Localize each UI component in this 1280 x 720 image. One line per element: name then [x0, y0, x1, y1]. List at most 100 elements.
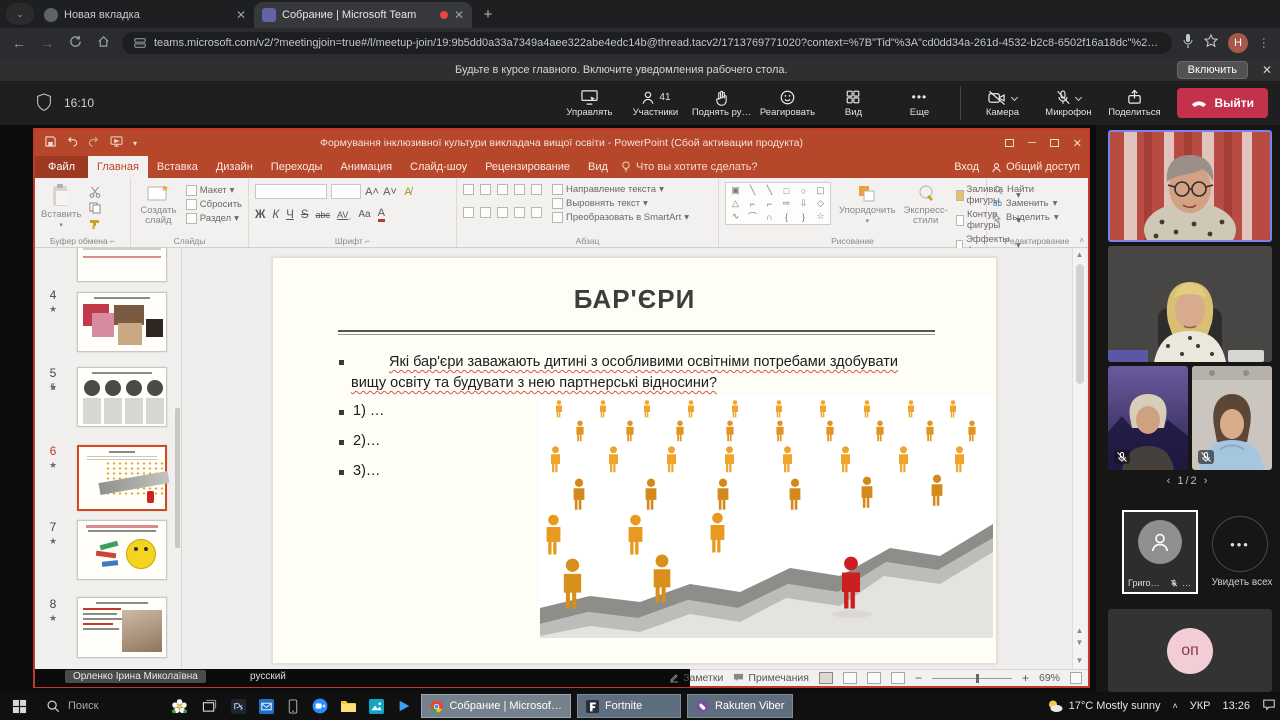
- quick-styles-button[interactable]: Экспресс-стили: [904, 184, 948, 227]
- language-switcher[interactable]: УКР: [1190, 700, 1211, 712]
- thumbnail-slide-7[interactable]: [77, 520, 167, 580]
- profile-avatar[interactable]: H: [1228, 33, 1248, 53]
- video-feed-speaker[interactable]: [1108, 130, 1272, 242]
- align-center-icon[interactable]: [480, 207, 491, 218]
- taskbar-app-meeting[interactable]: Собрание | Microsof…: [421, 694, 570, 718]
- minimize-icon[interactable]: ─: [1028, 137, 1036, 149]
- thumbnail-scrollbar[interactable]: [175, 408, 180, 548]
- action-center-icon[interactable]: [1262, 698, 1276, 714]
- layout-button[interactable]: Макет ▾: [186, 185, 242, 196]
- reload-icon[interactable]: [66, 35, 84, 51]
- thumbnail-slide-6[interactable]: [77, 445, 167, 511]
- back-icon[interactable]: ←: [10, 35, 28, 51]
- mic-button[interactable]: Микрофон: [1037, 84, 1099, 122]
- mail-app-icon[interactable]: [252, 692, 280, 720]
- camera-button[interactable]: Камера: [971, 84, 1033, 122]
- paste-button[interactable]: Вставить ▾: [41, 184, 81, 230]
- taskbar-app-fortnite[interactable]: Fortnite: [577, 694, 681, 718]
- normal-view-button[interactable]: [819, 672, 833, 684]
- notes-toggle[interactable]: Заметки: [669, 672, 723, 684]
- tab-close-icon[interactable]: ✕: [236, 8, 246, 22]
- media-play-icon[interactable]: [390, 692, 418, 720]
- see-all-button[interactable]: •••: [1212, 516, 1268, 572]
- flower-app-icon[interactable]: [164, 692, 194, 720]
- manage-button[interactable]: Управлять: [558, 84, 620, 122]
- font-size-combo[interactable]: [331, 184, 361, 199]
- font-color-button[interactable]: А: [378, 207, 385, 222]
- new-slide-button[interactable]: Создать слайд: [137, 184, 180, 227]
- browser-menu-icon[interactable]: ⋯: [1257, 37, 1271, 49]
- leave-button[interactable]: Выйти: [1177, 88, 1268, 118]
- sign-in-link[interactable]: Вход: [954, 161, 979, 173]
- app-icon-dark[interactable]: [224, 692, 252, 720]
- fit-to-window-button[interactable]: [1070, 672, 1082, 684]
- justify-icon[interactable]: [514, 207, 525, 218]
- zoom-app-icon[interactable]: [306, 692, 334, 720]
- react-button[interactable]: Реагировать: [756, 84, 818, 122]
- increase-indent-icon[interactable]: [514, 184, 525, 195]
- participants-button[interactable]: 41 Участники: [624, 84, 686, 122]
- reset-button[interactable]: Сбросить: [186, 199, 242, 210]
- bold-button[interactable]: Ж: [255, 209, 265, 221]
- bullets-icon[interactable]: [463, 184, 474, 195]
- thumbnail-slide-3[interactable]: [77, 248, 167, 282]
- copy-icon[interactable]: [89, 202, 101, 214]
- slide-scrollbar[interactable]: ▲ ▲ ▼ ▼: [1072, 248, 1086, 669]
- cut-icon[interactable]: [89, 186, 101, 198]
- underline-button[interactable]: Ч: [286, 209, 294, 221]
- thumbnail-slide-5[interactable]: [77, 367, 167, 427]
- smartart-button[interactable]: Преобразовать в SmartArt ▾: [552, 212, 689, 223]
- phone-app-icon[interactable]: [280, 692, 306, 720]
- forward-icon[interactable]: →: [38, 35, 56, 51]
- taskbar-search[interactable]: Поиск: [38, 692, 106, 720]
- enable-notifications-button[interactable]: Включить: [1177, 61, 1248, 79]
- tab-home[interactable]: Главная: [88, 156, 148, 178]
- start-button[interactable]: [0, 692, 38, 720]
- bookmark-star-icon[interactable]: [1204, 34, 1218, 53]
- weather-widget[interactable]: 17°C Mostly sunny: [1047, 699, 1161, 713]
- align-left-icon[interactable]: [463, 207, 474, 218]
- text-direction-button[interactable]: Направление текста ▾: [552, 184, 689, 195]
- browser-tab-newtab[interactable]: Новая вкладка ✕: [36, 2, 254, 28]
- align-right-icon[interactable]: [497, 207, 508, 218]
- slide-sorter-view-button[interactable]: [843, 672, 857, 684]
- find-button[interactable]: Найти: [993, 184, 1081, 195]
- tab-animations[interactable]: Анимация: [331, 156, 401, 178]
- mic-search-icon[interactable]: [1182, 34, 1194, 53]
- decrease-indent-icon[interactable]: [497, 184, 508, 195]
- grow-font-icon[interactable]: A˄: [365, 186, 379, 198]
- tab-close-icon[interactable]: ✕: [454, 8, 464, 22]
- taskbar-app-viber[interactable]: Rakuten Viber: [687, 694, 794, 718]
- save-icon[interactable]: [45, 136, 56, 150]
- tab-file[interactable]: Файл: [35, 156, 88, 178]
- slideshow-view-button[interactable]: [891, 672, 905, 684]
- notification-close-icon[interactable]: ✕: [1262, 63, 1272, 77]
- thumbnail-slide-4[interactable]: [77, 292, 167, 352]
- collapse-ribbon-icon[interactable]: ˄: [1079, 236, 1084, 245]
- thumbnail-slide-8[interactable]: [77, 597, 167, 658]
- zoom-level[interactable]: 69%: [1039, 672, 1060, 684]
- reading-view-button[interactable]: [867, 672, 881, 684]
- tab-slideshow[interactable]: Слайд-шоу: [401, 156, 476, 178]
- strike-button[interactable]: S: [301, 209, 309, 221]
- home-icon[interactable]: [94, 35, 112, 51]
- video-pagination[interactable]: ‹ 1/2 ›: [1096, 475, 1280, 487]
- section-button[interactable]: Раздел ▾: [186, 213, 242, 224]
- close-icon[interactable]: ✕: [1073, 137, 1082, 150]
- video-feed-3[interactable]: [1108, 366, 1188, 470]
- clock[interactable]: 13:26: [1222, 700, 1250, 712]
- restore-icon[interactable]: [1050, 139, 1059, 147]
- undo-icon[interactable]: [66, 136, 78, 150]
- columns-icon[interactable]: [531, 207, 542, 218]
- tab-search-chevron-icon[interactable]: ⌄: [6, 3, 34, 25]
- tile-more-icon[interactable]: …: [1182, 578, 1192, 588]
- clear-format-icon[interactable]: A̸: [401, 186, 415, 198]
- share-presentation-button[interactable]: Общий доступ: [991, 161, 1080, 173]
- format-painter-icon[interactable]: [89, 218, 101, 230]
- tab-review[interactable]: Рецензирование: [476, 156, 579, 178]
- view-button[interactable]: Вид: [822, 84, 884, 122]
- font-name-combo[interactable]: [255, 184, 327, 199]
- tray-expand-chevron-icon[interactable]: ˄: [1172, 701, 1177, 711]
- tab-transitions[interactable]: Переходы: [262, 156, 332, 178]
- language-indicator[interactable]: русский: [250, 671, 286, 682]
